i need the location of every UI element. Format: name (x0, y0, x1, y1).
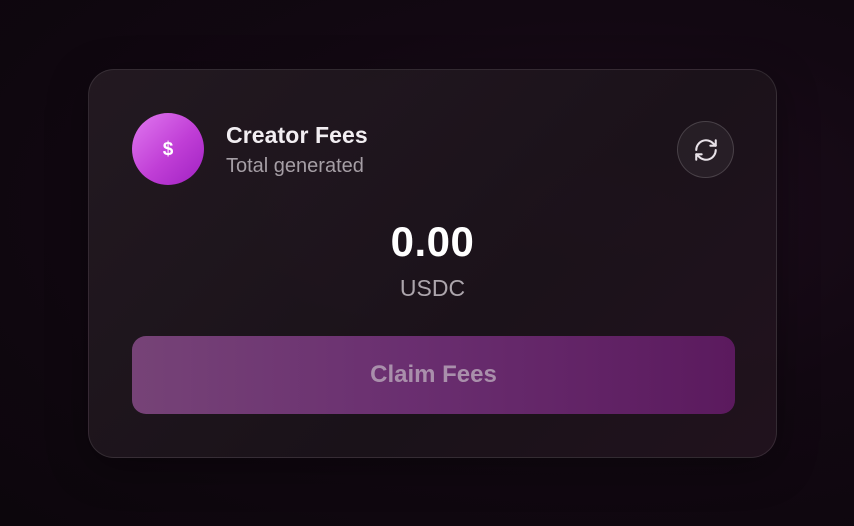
card-title: Creator Fees (226, 122, 368, 148)
fee-amount: 0.00 (390, 218, 475, 265)
fee-currency: USDC (399, 275, 466, 301)
card-subtitle: Total generated (226, 155, 364, 177)
refresh-icon (694, 138, 717, 161)
claim-fees-button[interactable]: Claim Fees (132, 336, 735, 414)
dollar-icon: $ (132, 113, 204, 185)
refresh-button[interactable] (677, 121, 734, 178)
creator-fees-card: $ Creator Fees Total generated 0.00 USDC… (88, 69, 777, 458)
dollar-glyph: $ (162, 138, 174, 160)
